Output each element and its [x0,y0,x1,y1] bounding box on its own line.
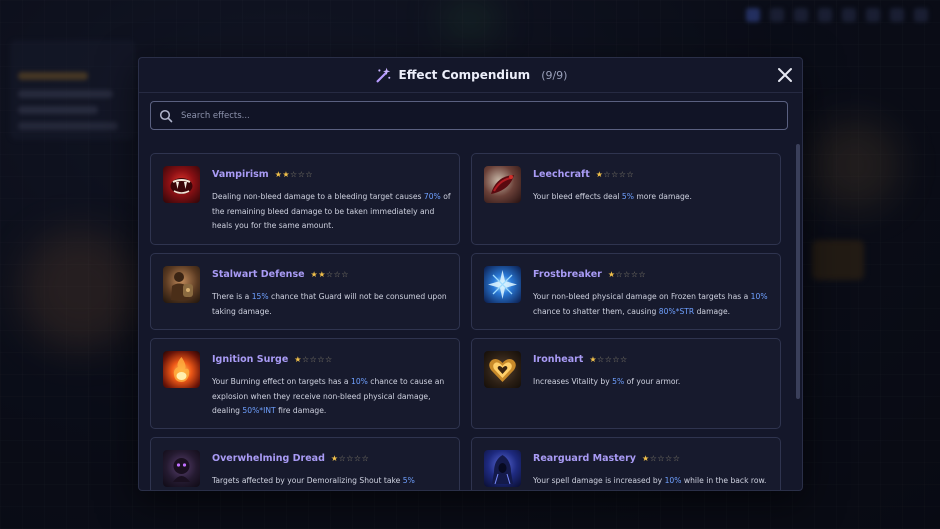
effect-text: more damage. [633,192,692,201]
armored-warrior-icon [163,266,200,303]
effect-text: damage. [694,306,731,316]
effect-description: Targets affected by your Demoralizing Sh… [212,474,452,490]
iron-heart-icon [484,351,521,388]
effect-text: There is a [212,292,252,301]
rarity-stars: ★★☆☆☆ [310,270,349,279]
effect-card-vampirism[interactable]: Vampirism ★★☆☆☆ Dealing non-bleed damage … [150,153,460,245]
effect-name: Ironheart [533,354,584,365]
rarity-stars: ★☆☆☆☆ [330,454,370,463]
effects-grid: Vampirism ★★☆☆☆ Dealing non-bleed damage … [150,153,784,490]
effect-text: Your non-bleed physical damage on Frozen… [533,292,751,301]
effect-name: Frostbreaker [533,269,602,280]
effect-card-rearguard-mastery[interactable]: Rearguard Mastery ★☆☆☆☆ Your spell damage… [471,437,781,490]
effect-count: (9/9) [541,68,568,82]
effect-text: Increases Vitality by [533,377,613,386]
effect-value: 10% [664,476,682,485]
rarity-stars: ★☆☆☆☆ [294,355,333,364]
effect-name: Leechcraft [533,169,590,180]
vampire-fangs-icon [163,166,200,203]
effect-card-leechcraft[interactable]: Leechcraft ★☆☆☆☆ Your bleed effects deal … [471,153,781,245]
effect-text: Your spell damage is increased by [533,476,665,485]
leech-icon [484,166,521,203]
effect-description: Your spell damage is increased by 10% wh… [533,474,773,489]
dread-skull-icon [163,450,200,487]
effect-card-ironheart[interactable]: Ironheart ★☆☆☆☆ Increases Vitality by 5% … [471,338,781,429]
fire-explosion-icon [163,351,200,388]
effect-description: Your non-bleed physical damage on Frozen… [533,290,773,319]
effect-text: Your bleed effects deal [533,192,622,201]
effect-text: Targets affected by your Demoralizing Sh… [212,476,403,485]
effect-value: 10% [750,292,768,301]
rarity-stars: ★☆☆☆☆ [642,454,681,463]
rarity-stars: ★☆☆☆☆ [595,170,635,179]
search-bar [150,101,788,130]
effect-text: of your armor. [624,377,681,386]
effect-name: Overwhelming Dread [212,453,325,464]
effect-text: Your Burning effect on targets has a [212,377,351,386]
effect-name: Stalwart Defense [212,269,305,280]
effect-card-overwhelming-dread[interactable]: Overwhelming Dread ★☆☆☆☆ Targets affected… [150,437,460,490]
close-icon[interactable] [776,66,794,84]
effect-card-ignition-surge[interactable]: Ignition Surge ★☆☆☆☆ Your Burning effect … [150,338,460,429]
effect-text: Dealing non-bleed damage to a bleeding t… [212,192,424,201]
modal-title: Effect Compendium [398,68,531,82]
effect-card-frostbreaker[interactable]: Frostbreaker ★☆☆☆☆ Your non-bleed physica… [471,253,781,330]
effect-description: Increases Vitality by 5% of your armor. [533,375,773,390]
effect-card-stalwart-defense[interactable]: Stalwart Defense ★★☆☆☆ There is a 15% cha… [150,253,460,330]
scrollbar[interactable] [796,144,800,399]
effect-description: There is a 15% chance that Guard will no… [212,290,452,319]
effect-text: chance to shatter them, causing [533,306,659,316]
effect-value: 10% [350,377,368,386]
effect-value: 80%*STR [658,306,695,316]
modal-header: Effect Compendium (9/9) [139,58,802,93]
effect-compendium-modal: Effect Compendium (9/9) Vampirism [138,57,803,491]
effect-text: fire damage. [275,406,327,415]
effect-name: Ignition Surge [212,354,289,365]
rarity-stars: ★☆☆☆☆ [607,270,647,279]
effect-value: 50%*INT [242,406,276,415]
effect-value: 15% [251,292,269,301]
rarity-stars: ★★☆☆☆ [274,170,314,179]
effect-value: 5% [402,476,415,485]
magic-wand-icon [376,67,390,83]
search-icon [159,109,173,122]
hooded-mage-icon [484,450,521,487]
effect-name: Vampirism [212,169,269,180]
ice-shatter-icon [484,266,521,303]
effect-value: 5% [612,377,625,386]
effect-value: 70% [423,192,441,201]
effect-value: 5% [621,192,634,201]
effect-description: Dealing non-bleed damage to a bleeding t… [212,190,452,234]
effect-text: while in the back row. [681,476,767,485]
search-input[interactable] [179,109,787,122]
rarity-stars: ★☆☆☆☆ [589,355,628,364]
effect-description: Your bleed effects deal 5% more damage. [533,190,773,205]
effect-description: Your Burning effect on targets has a 10%… [212,375,452,419]
effect-name: Rearguard Mastery [533,453,637,464]
